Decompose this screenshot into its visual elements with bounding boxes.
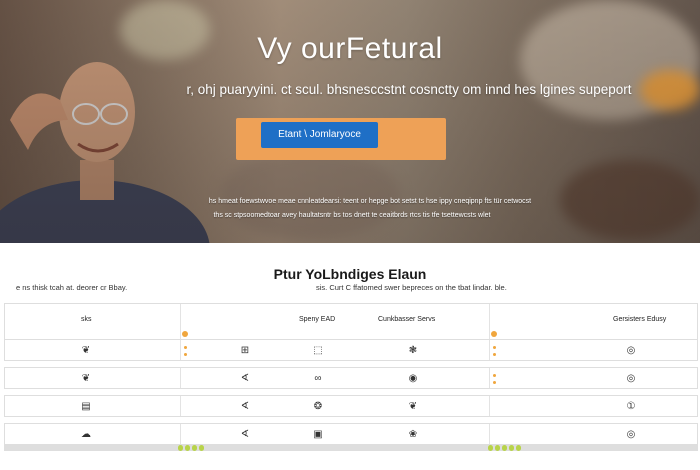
marker-dot [493, 353, 496, 356]
status-dot [495, 445, 500, 451]
status-dot [185, 445, 190, 451]
feature-icon: ∞ [314, 373, 322, 384]
column-divider [180, 304, 181, 339]
column-header: sks [81, 316, 92, 323]
status-dot [192, 445, 197, 451]
column-header: Speny EAD [299, 316, 336, 323]
column-header: Gersisters Edusy [613, 316, 667, 323]
status-dot [488, 445, 493, 451]
cta-button[interactable]: Etant \ Jomlaryoce [261, 122, 378, 148]
hero-note-line-2: ths sc stpsoomedtoar avey haultatsntr bs… [213, 212, 491, 219]
feature-icon: ∢ [240, 401, 250, 412]
column-divider [489, 424, 490, 444]
feature-icon: ⊞ [240, 345, 250, 356]
feature-icon: ◉ [408, 373, 418, 384]
feature-icon: ◎ [626, 429, 636, 440]
column-divider [489, 340, 490, 360]
table-row[interactable]: ❦ ⊞ ⬚ ❃ ◎ [4, 339, 698, 361]
feature-icon: ▤ [81, 401, 91, 412]
feature-icon: ▣ [313, 429, 323, 440]
marker-dot [493, 374, 496, 377]
column-header: Cunkbasser Servs [378, 316, 436, 323]
feature-icon: ❦ [81, 373, 91, 384]
feature-icon: ☁ [81, 429, 91, 440]
hero-section: Vy ourFetural r, ohj puaryyini. ct scul.… [0, 0, 700, 243]
column-marker-dot [182, 331, 188, 337]
column-divider [180, 368, 181, 388]
status-dot [199, 445, 204, 451]
feature-comparison-table: sks Speny EAD Cunkbasser Servs Gersister… [4, 303, 698, 451]
feature-icon: ❦ [408, 401, 418, 412]
status-dot [509, 445, 514, 451]
feature-icon: ❀ [408, 429, 418, 440]
cta-panel: Etant \ Jomlaryoce [236, 118, 446, 160]
feature-icon: ❂ [313, 401, 323, 412]
column-divider [180, 396, 181, 416]
hero-title: Vy ourFetural [257, 32, 443, 65]
table-row[interactable]: ❦ ∢ ∞ ◉ ◎ [4, 367, 698, 389]
column-marker-dot [491, 331, 497, 337]
status-dot [178, 445, 183, 451]
feature-icon: ① [626, 401, 636, 412]
marker-dot [493, 381, 496, 384]
hero-note-line-1: hs hmeat foewstwvoe meae cnnleatdearsi: … [208, 198, 532, 205]
feature-icon: ◎ [626, 373, 636, 384]
column-divider [180, 424, 181, 444]
feature-icon: ◎ [626, 345, 636, 356]
features-title: Ptur YoLbndiges Elaun [273, 266, 427, 282]
table-header: sks Speny EAD Cunkbasser Servs Gersister… [4, 303, 698, 339]
status-dot [516, 445, 521, 451]
column-divider [180, 340, 181, 360]
marker-dot [493, 346, 496, 349]
feature-icon: ❃ [408, 345, 418, 356]
column-divider [489, 304, 490, 339]
marker-dot [184, 353, 187, 356]
features-right-caption: sis. Curt C ffatomed swer bepreces on th… [316, 283, 507, 292]
features-left-caption: e ns thisk tcah at. deorer cr Bbay. [16, 283, 128, 292]
feature-icon: ⬚ [313, 345, 323, 356]
table-row[interactable]: ☁ ∢ ▣ ❀ ◎ [4, 423, 698, 445]
landing-page: Vy ourFetural r, ohj puaryyini. ct scul.… [0, 0, 700, 470]
feature-icon: ∢ [240, 429, 250, 440]
table-row[interactable]: ▤ ∢ ❂ ❦ ① [4, 395, 698, 417]
hero-subtitle: r, ohj puaryyini. ct scul. bhsnesccstnt … [186, 82, 632, 97]
column-divider [489, 396, 490, 416]
feature-icon: ∢ [240, 373, 250, 384]
marker-dot [184, 346, 187, 349]
table-footer-bar [4, 445, 698, 451]
column-divider [489, 368, 490, 388]
status-dot [502, 445, 507, 451]
feature-icon: ❦ [81, 345, 91, 356]
